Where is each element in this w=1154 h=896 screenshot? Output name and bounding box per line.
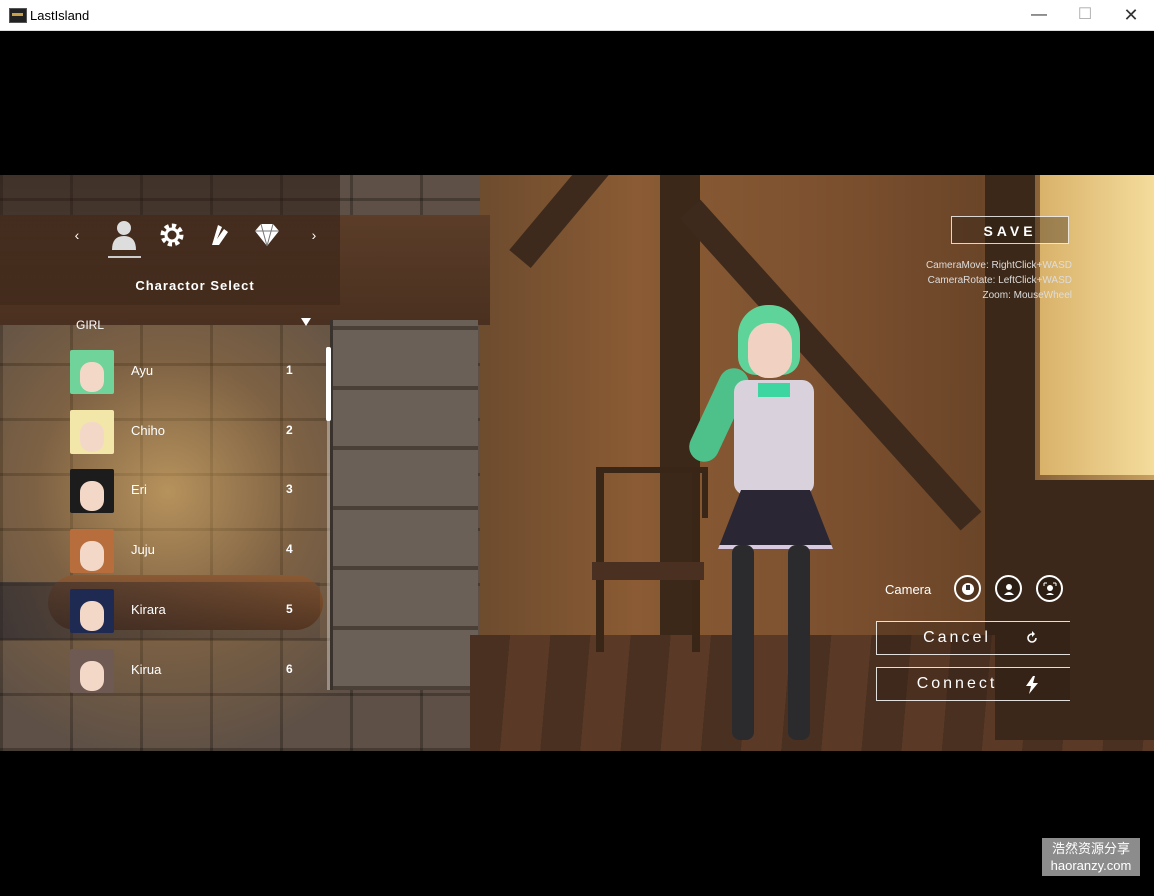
help-camera-move: CameraMove: RightClick+WASD [925, 260, 1072, 271]
wooden-bench [995, 480, 1154, 740]
help-camera-rotate: CameraRotate: LeftClick+WASD [927, 275, 1072, 286]
reset-icon [1024, 630, 1040, 646]
character-number: 3 [286, 482, 293, 497]
character-name: Eri [131, 482, 147, 498]
camera-face-icon[interactable] [1036, 575, 1063, 602]
character-tab-icon[interactable] [107, 218, 141, 252]
category-dropdown-arrow[interactable] [301, 318, 311, 326]
list-item[interactable]: Kirua 6 [0, 642, 320, 700]
list-item[interactable]: Chiho 2 [0, 403, 320, 461]
wooden-chair [592, 467, 708, 652]
watermark-line2: haoranzy.com [1050, 858, 1132, 873]
lightning-icon [1024, 676, 1040, 694]
camera-upper-body-icon[interactable] [995, 575, 1022, 602]
camera-full-body-icon[interactable] [954, 575, 981, 602]
close-button[interactable]: ✕ [1108, 0, 1154, 31]
avatar [70, 648, 114, 693]
maximize-button[interactable]: ☐ [1062, 0, 1108, 31]
character-number: 2 [286, 422, 293, 437]
save-button[interactable]: SAVE [951, 216, 1069, 244]
category-label: GIRL [76, 318, 105, 332]
character-name: Kirara [131, 601, 166, 617]
character-number: 1 [286, 363, 293, 377]
minimize-button[interactable]: — [1016, 0, 1062, 31]
avatar [70, 588, 114, 633]
diamond-icon[interactable] [250, 218, 284, 252]
roof-truss-left [509, 175, 801, 268]
watermark-line1: 浩然资源分享 [1051, 841, 1130, 856]
avatar [70, 529, 114, 574]
list-scrollbar-thumb[interactable] [326, 347, 331, 421]
active-tab-indicator [108, 256, 141, 258]
character-list[interactable]: Ayu 1 Chiho 2 Eri 3 Juju 4 Kirara 5 Kirua 6 [0, 340, 325, 700]
character-name: Kirua [131, 661, 162, 677]
help-zoom: Zoom: MouseWheel [982, 290, 1072, 301]
list-item[interactable]: Eri 3 [0, 462, 320, 520]
character-name: Chiho [131, 422, 165, 438]
nav-prev-button[interactable]: ‹ [70, 227, 84, 243]
cancel-label: Cancel [923, 629, 991, 646]
avatar [70, 409, 114, 454]
cancel-button[interactable]: Cancel [876, 621, 1070, 655]
list-item[interactable]: Ayu 1 [0, 343, 320, 401]
gear-icon[interactable] [155, 218, 189, 252]
avatar [70, 350, 114, 394]
character-name: Juju [131, 542, 155, 558]
list-item[interactable]: Kirara 5 [0, 581, 320, 640]
character-model[interactable] [684, 305, 850, 751]
character-number: 4 [286, 542, 293, 557]
list-item[interactable]: Juju 4 [0, 522, 320, 580]
connect-button[interactable]: Connect [876, 667, 1070, 701]
character-number: 5 [286, 601, 293, 616]
connect-label: Connect [916, 675, 998, 692]
avatar [70, 469, 114, 514]
window-titlebar: LastIsland — ☐ ✕ [0, 0, 1154, 31]
app-icon [9, 8, 27, 23]
character-number: 6 [286, 661, 293, 676]
watermark: 浩然资源分享 haoranzy.com [1042, 838, 1140, 876]
stone-pillar [330, 320, 478, 690]
section-title: Charactor Select [135, 278, 255, 293]
window-title: LastIsland [30, 8, 90, 23]
character-name: Ayu [131, 363, 154, 378]
camera-label: Camera [885, 582, 932, 597]
nav-next-button[interactable]: › [307, 227, 321, 243]
pose-tab-icon[interactable] [203, 218, 237, 252]
